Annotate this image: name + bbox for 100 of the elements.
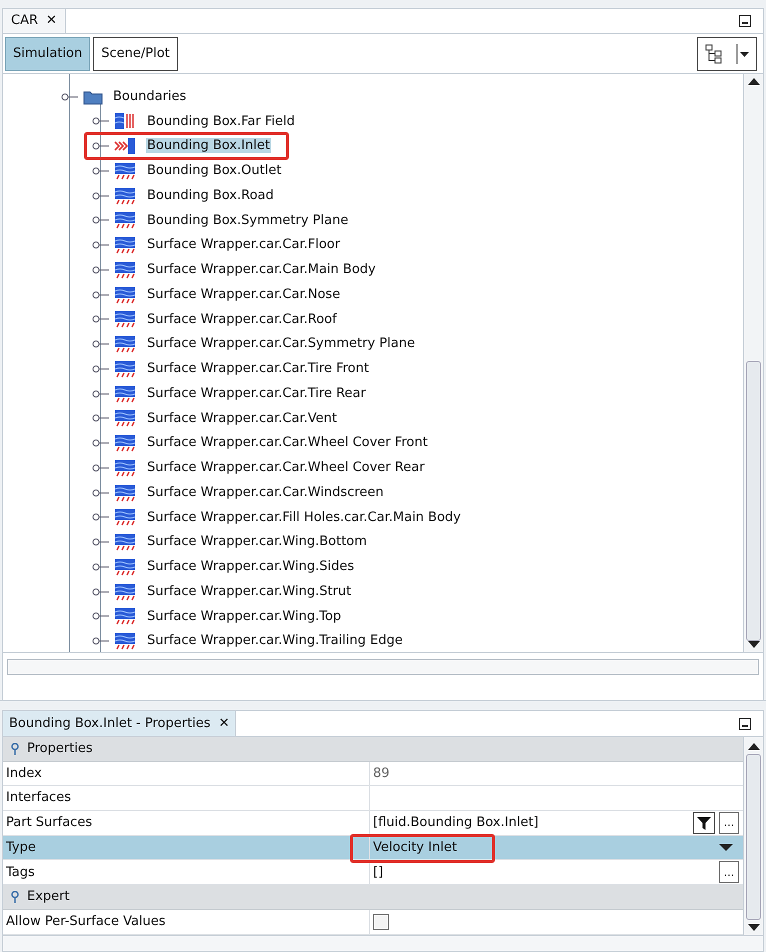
tree-connector-icon	[92, 290, 110, 300]
wall-boundary-icon	[114, 335, 136, 354]
tree-connector-icon	[92, 240, 110, 250]
tree-item[interactable]: Surface Wrapper.car.Car.Wheel Cover Rear	[146, 460, 426, 476]
tree-item[interactable]: Surface Wrapper.car.Wing.Strut	[146, 584, 352, 599]
tree-connector-icon	[61, 92, 79, 102]
tree-connector-icon	[92, 537, 110, 548]
ellipsis-button[interactable]: ...	[719, 861, 739, 884]
property-row[interactable]: Allow Per-Surface Values	[3, 910, 743, 934]
group-title: Expert	[27, 888, 70, 906]
dropdown-caret-icon[interactable]	[719, 844, 733, 852]
close-icon[interactable]: ✕	[46, 11, 57, 31]
wall-boundary-icon	[114, 508, 136, 526]
vertical-scrollbar[interactable]	[743, 737, 763, 934]
hierarchy-icon	[704, 44, 722, 64]
property-row[interactable]: Tags [] ...	[3, 860, 743, 886]
property-name: Index	[3, 762, 370, 786]
pin-icon	[11, 742, 19, 755]
tree-item[interactable]: Bounding Box.Far Field	[146, 114, 296, 129]
tree-item[interactable]: Surface Wrapper.car.Wing.Trailing Edge	[146, 633, 404, 648]
tree-item[interactable]: Surface Wrapper.car.Fill Holes.car.Car.Main Body	[146, 510, 462, 525]
tree-item[interactable]: Surface Wrapper.car.Car.Vent	[146, 410, 338, 426]
property-row[interactable]: Part Surfaces [fluid.Bounding Box.Inlet] ...	[3, 811, 743, 836]
tree-connector-icon	[92, 462, 110, 473]
pin-icon	[11, 890, 19, 903]
inlet-boundary-icon	[114, 137, 136, 156]
property-row[interactable]: Interfaces	[3, 786, 743, 812]
tree-connector-icon	[92, 116, 110, 126]
tree-item[interactable]: Bounding Box.Inlet	[146, 138, 271, 154]
close-icon[interactable]: ✕	[218, 714, 230, 734]
property-value: 89	[373, 764, 390, 783]
tree-connector-icon	[92, 488, 110, 498]
view-tab[interactable]: Simulation	[5, 36, 90, 70]
property-row[interactable]: Index 89	[3, 762, 743, 786]
folder-icon	[83, 88, 103, 104]
tree-item[interactable]: Surface Wrapper.car.Wing.Sides	[146, 559, 356, 574]
checkbox[interactable]	[373, 914, 389, 930]
tree-connector-icon	[92, 586, 110, 597]
property-value: [fluid.Bounding Box.Inlet]	[373, 814, 538, 832]
tree-connector-icon	[92, 388, 110, 399]
wall-boundary-icon	[114, 310, 136, 328]
wall-boundary-icon	[114, 384, 136, 403]
tree-item[interactable]: Surface Wrapper.car.Car.Tire Rear	[146, 386, 367, 401]
scroll-down-icon[interactable]	[748, 641, 760, 648]
wall-boundary-icon	[114, 236, 136, 254]
tree-connector-icon	[92, 364, 110, 374]
tree-item[interactable]: Surface Wrapper.car.Wing.Bottom	[146, 534, 368, 550]
filter-icon[interactable]	[693, 812, 715, 834]
tree-item[interactable]: Surface Wrapper.car.Car.Windscreen	[146, 484, 385, 500]
wall-boundary-icon	[114, 409, 136, 428]
tree-item[interactable]: Surface Wrapper.car.Car.Symmetry Plane	[146, 336, 416, 352]
tree-connector-icon	[92, 636, 110, 646]
far-field-boundary-icon	[114, 112, 136, 130]
horizontal-scrollbar[interactable]	[7, 659, 759, 675]
scrollbar-thumb[interactable]	[746, 361, 761, 641]
wall-boundary-icon	[114, 286, 136, 304]
wall-boundary-icon	[114, 360, 136, 378]
tree-connector-icon	[92, 562, 110, 572]
tree-item[interactable]: Surface Wrapper.car.Car.Tire Front	[146, 361, 370, 376]
wall-boundary-icon	[114, 211, 136, 230]
dropdown-caret-icon[interactable]	[736, 44, 750, 64]
tree-connector-icon	[92, 190, 110, 201]
wall-boundary-icon	[114, 558, 136, 576]
property-name: Interfaces	[3, 786, 370, 810]
tree-item[interactable]: Surface Wrapper.car.Wing.Top	[146, 608, 342, 624]
tree-item[interactable]: Surface Wrapper.car.Car.Main Body	[146, 262, 377, 278]
tree-item[interactable]: Surface Wrapper.car.Car.Roof	[146, 312, 338, 327]
tree-connector-icon	[92, 438, 110, 448]
tree-item[interactable]: Bounding Box.Road	[146, 188, 275, 203]
ellipsis-button[interactable]: ...	[719, 812, 739, 834]
tree-connector-icon	[92, 264, 110, 275]
wall-boundary-icon	[114, 458, 136, 477]
minimize-icon[interactable]	[739, 718, 751, 730]
tree-item[interactable]: Surface Wrapper.car.Car.Nose	[146, 286, 342, 302]
scroll-up-icon[interactable]	[748, 78, 760, 85]
tree-folder-label[interactable]: Boundaries	[113, 86, 186, 106]
tree-view-menu-button[interactable]	[697, 36, 757, 70]
tree-item[interactable]: Surface Wrapper.car.Car.Wheel Cover Front	[146, 435, 429, 450]
view-tab[interactable]: Scene/Plot	[93, 36, 178, 70]
property-group-header[interactable]: Expert	[3, 885, 743, 910]
wall-boundary-icon	[114, 260, 136, 279]
tree-item[interactable]: Surface Wrapper.car.Car.Floor	[146, 237, 342, 252]
scrollbar-thumb[interactable]	[746, 754, 761, 920]
property-name: Allow Per-Surface Values	[3, 910, 370, 934]
tree-connector-icon	[92, 512, 110, 522]
property-row[interactable]: Type Velocity Inlet	[3, 836, 743, 860]
property-value: Velocity Inlet	[373, 838, 457, 857]
property-value: []	[373, 864, 384, 882]
wall-boundary-icon	[114, 607, 136, 626]
property-name: Part Surfaces	[3, 811, 370, 835]
wall-boundary-icon	[114, 186, 136, 205]
vertical-scrollbar[interactable]	[743, 74, 763, 652]
property-group-header[interactable]: Properties	[3, 737, 743, 762]
document-tab[interactable]: CAR ✕	[3, 9, 66, 33]
properties-tab[interactable]: Bounding Box.Inlet - Properties ✕	[3, 711, 236, 736]
wall-boundary-icon	[114, 632, 136, 650]
tree-item[interactable]: Bounding Box.Symmetry Plane	[146, 212, 350, 228]
minimize-icon[interactable]	[739, 15, 751, 27]
wall-boundary-icon	[114, 484, 136, 502]
tree-item[interactable]: Bounding Box.Outlet	[146, 163, 282, 178]
